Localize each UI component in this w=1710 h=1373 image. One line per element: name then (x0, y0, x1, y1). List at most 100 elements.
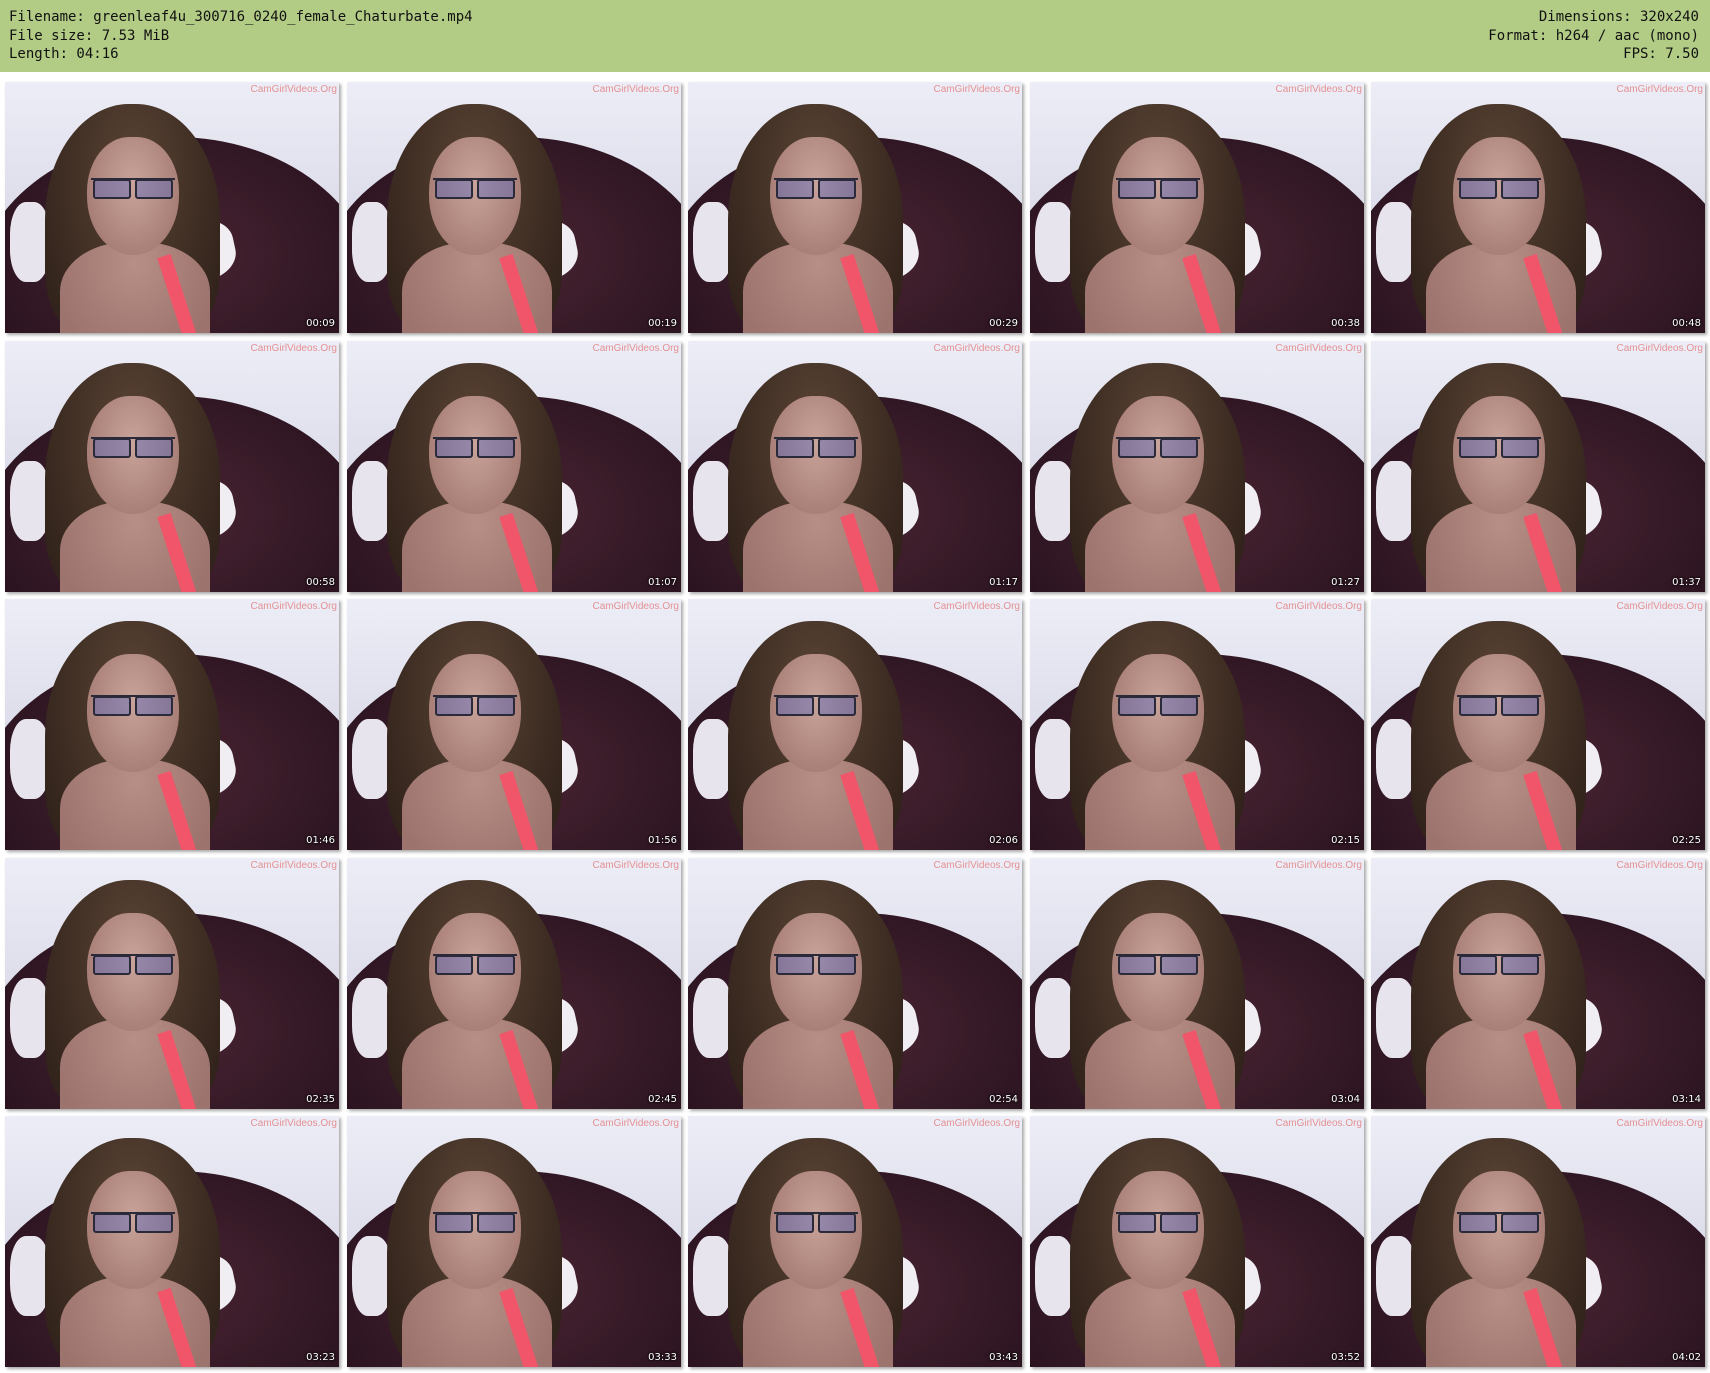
watermark-text: CamGirlVideos.Org (1275, 343, 1362, 354)
video-frame-thumbnail: CamGirlVideos.Org 02:25 (1371, 599, 1705, 850)
frame-timestamp: 01:37 (1672, 577, 1701, 588)
frame-glasses (1457, 695, 1541, 716)
watermark-text: CamGirlVideos.Org (1616, 860, 1703, 871)
frame-glasses (1116, 178, 1200, 199)
frame-timestamp: 02:25 (1672, 835, 1701, 846)
frame-glasses (774, 437, 858, 458)
video-frame-thumbnail: CamGirlVideos.Org 03:14 (1371, 858, 1705, 1109)
video-frame-thumbnail: CamGirlVideos.Org 01:56 (347, 599, 681, 850)
frame-glasses (1457, 178, 1541, 199)
frame-timestamp: 00:38 (1331, 318, 1360, 329)
frame-timestamp: 01:17 (989, 577, 1018, 588)
dimensions-text: Dimensions: 320x240 (1538, 9, 1699, 25)
frame-pillow2 (10, 719, 50, 799)
frame-timestamp: 01:07 (648, 577, 677, 588)
watermark-text: CamGirlVideos.Org (933, 343, 1020, 354)
watermark-text: CamGirlVideos.Org (250, 860, 337, 871)
watermark-text: CamGirlVideos.Org (933, 601, 1020, 612)
filesize-text: File size: 7.53 MiB (9, 27, 170, 44)
frame-glasses (774, 178, 858, 199)
frame-pillow2 (10, 1236, 50, 1316)
watermark-text: CamGirlVideos.Org (1275, 1118, 1362, 1129)
frame-glasses (1457, 437, 1541, 458)
watermark-text: CamGirlVideos.Org (1616, 343, 1703, 354)
frame-glasses (774, 695, 858, 716)
frame-pillow2 (693, 719, 733, 799)
frame-glasses (1457, 954, 1541, 975)
frame-glasses (433, 437, 517, 458)
frame-pillow2 (352, 978, 392, 1058)
frame-pillow2 (693, 461, 733, 541)
watermark-text: CamGirlVideos.Org (250, 1118, 337, 1129)
length-text: Length: 04:16 (9, 46, 119, 62)
frame-glasses (433, 178, 517, 199)
frame-glasses (91, 437, 175, 458)
frame-pillow2 (1035, 719, 1075, 799)
watermark-text: CamGirlVideos.Org (592, 860, 679, 871)
frame-timestamp: 00:48 (1672, 318, 1701, 329)
frame-timestamp: 04:02 (1672, 1352, 1701, 1363)
frame-pillow2 (1376, 1236, 1416, 1316)
frame-timestamp: 02:45 (648, 1094, 677, 1105)
video-frame-thumbnail: CamGirlVideos.Org 01:37 (1371, 341, 1705, 592)
video-frame-thumbnail: CamGirlVideos.Org 01:07 (347, 341, 681, 592)
filename-text: Filename: greenleaf4u_300716_0240_female… (9, 9, 473, 25)
frame-pillow2 (1035, 202, 1075, 282)
video-frame-thumbnail: CamGirlVideos.Org 02:45 (347, 858, 681, 1109)
frame-timestamp: 01:46 (306, 835, 335, 846)
video-frame-thumbnail: CamGirlVideos.Org 00:38 (1030, 82, 1364, 333)
frame-pillow2 (1376, 978, 1416, 1058)
video-frame-thumbnail: CamGirlVideos.Org 02:15 (1030, 599, 1364, 850)
watermark-text: CamGirlVideos.Org (592, 1118, 679, 1129)
video-frame-thumbnail: CamGirlVideos.Org 00:19 (347, 82, 681, 333)
frame-glasses (91, 954, 175, 975)
frame-glasses (1116, 954, 1200, 975)
frame-timestamp: 00:09 (306, 318, 335, 329)
watermark-text: CamGirlVideos.Org (250, 84, 337, 95)
watermark-text: CamGirlVideos.Org (250, 343, 337, 354)
frame-glasses (1116, 437, 1200, 458)
frame-glasses (91, 695, 175, 716)
video-frame-thumbnail: CamGirlVideos.Org 00:29 (688, 82, 1022, 333)
frame-timestamp: 02:06 (989, 835, 1018, 846)
frame-timestamp: 03:04 (1331, 1094, 1360, 1105)
frame-pillow2 (352, 202, 392, 282)
video-frame-thumbnail: CamGirlVideos.Org 04:02 (1371, 1116, 1705, 1367)
frame-timestamp: 02:35 (306, 1094, 335, 1105)
watermark-text: CamGirlVideos.Org (1275, 601, 1362, 612)
info-header: Filename: greenleaf4u_300716_0240_female… (0, 0, 1710, 72)
watermark-text: CamGirlVideos.Org (592, 84, 679, 95)
video-frame-thumbnail: CamGirlVideos.Org 03:23 (5, 1116, 339, 1367)
frame-glasses (433, 695, 517, 716)
frame-pillow2 (693, 1236, 733, 1316)
frame-glasses (1457, 1212, 1541, 1233)
frame-pillow2 (1035, 461, 1075, 541)
frame-pillow2 (1035, 1236, 1075, 1316)
video-frame-thumbnail: CamGirlVideos.Org 00:09 (5, 82, 339, 333)
frame-timestamp: 03:52 (1331, 1352, 1360, 1363)
watermark-text: CamGirlVideos.Org (933, 860, 1020, 871)
frame-timestamp: 02:15 (1331, 835, 1360, 846)
frame-pillow2 (1376, 202, 1416, 282)
video-frame-thumbnail: CamGirlVideos.Org 00:48 (1371, 82, 1705, 333)
frame-timestamp: 00:29 (989, 318, 1018, 329)
frame-timestamp: 00:19 (648, 318, 677, 329)
fps-text: FPS: 7.50 (1623, 46, 1699, 62)
watermark-text: CamGirlVideos.Org (1275, 84, 1362, 95)
frame-pillow2 (10, 202, 50, 282)
video-frame-thumbnail: CamGirlVideos.Org 02:06 (688, 599, 1022, 850)
frame-timestamp: 01:56 (648, 835, 677, 846)
frame-timestamp: 02:54 (989, 1094, 1018, 1105)
frame-timestamp: 00:58 (306, 577, 335, 588)
frame-pillow2 (352, 719, 392, 799)
watermark-text: CamGirlVideos.Org (1275, 860, 1362, 871)
frame-pillow2 (352, 1236, 392, 1316)
frame-timestamp: 03:33 (648, 1352, 677, 1363)
frame-timestamp: 03:43 (989, 1352, 1018, 1363)
frame-pillow2 (10, 461, 50, 541)
frame-timestamp: 01:27 (1331, 577, 1360, 588)
frame-pillow2 (352, 461, 392, 541)
watermark-text: CamGirlVideos.Org (1616, 1118, 1703, 1129)
watermark-text: CamGirlVideos.Org (1616, 84, 1703, 95)
frame-timestamp: 03:23 (306, 1352, 335, 1363)
